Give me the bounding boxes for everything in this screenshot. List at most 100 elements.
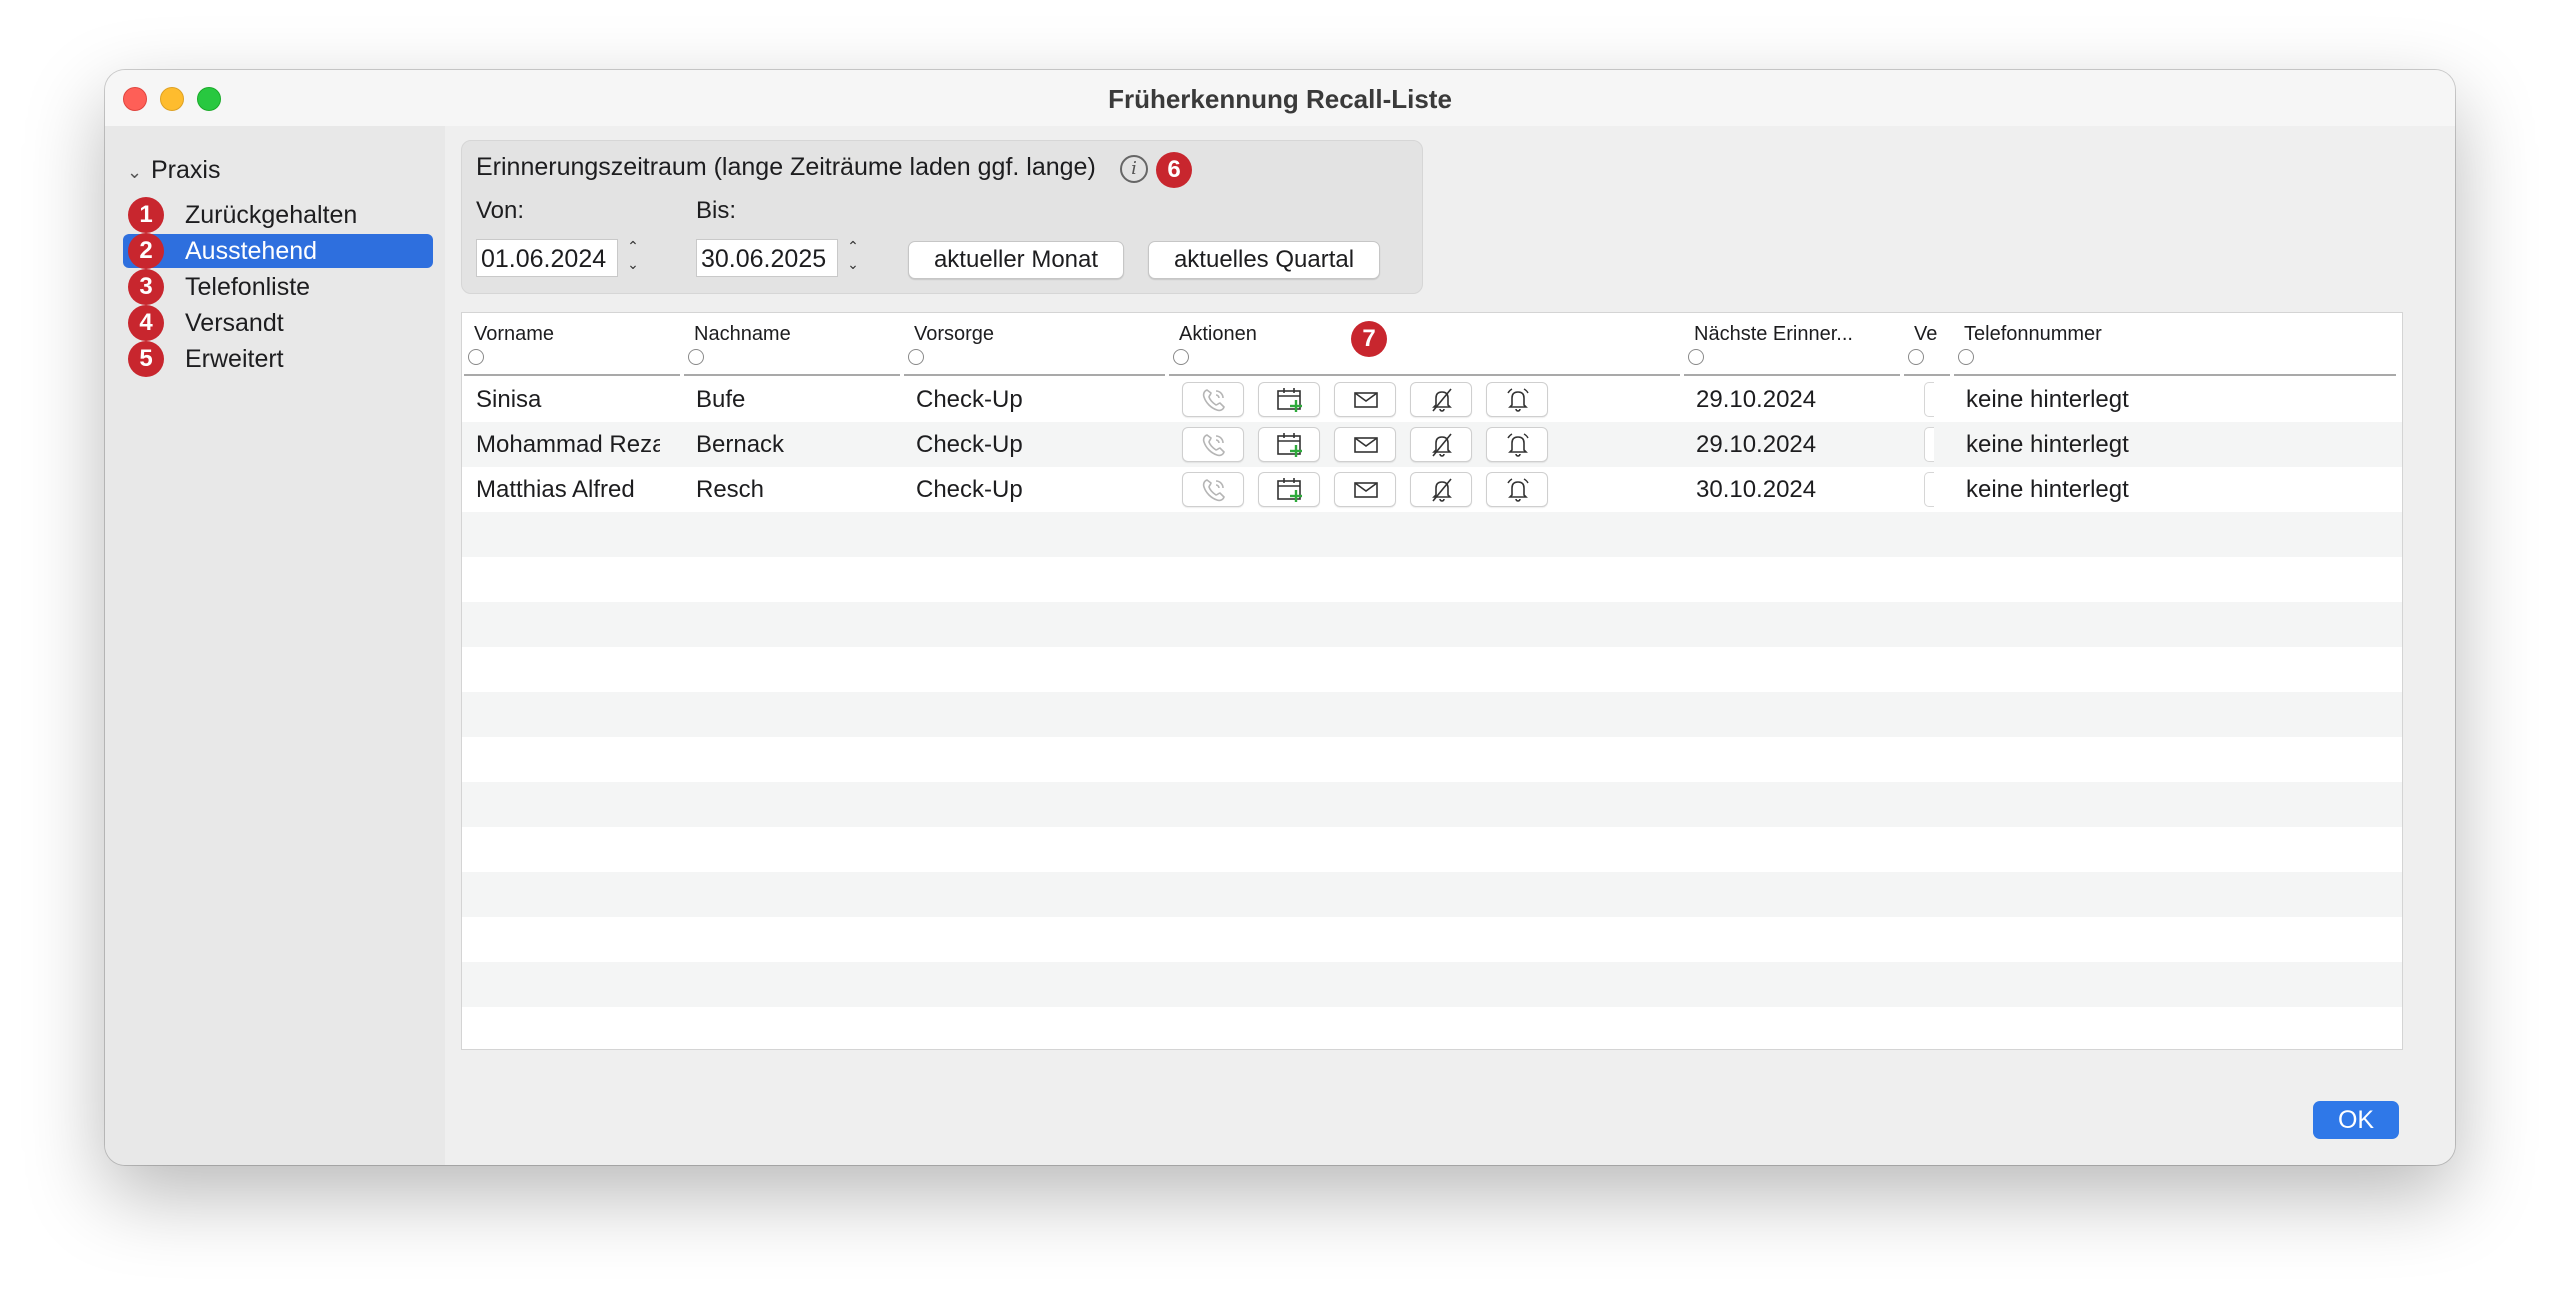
annotation-badge: 1 xyxy=(128,197,164,233)
chevron-down-icon[interactable]: ⌄ xyxy=(842,255,864,273)
filter-radio[interactable] xyxy=(1958,349,1974,365)
annotation-badge: 2 xyxy=(128,233,164,269)
cell-vorsorge: Check-Up xyxy=(916,431,1023,458)
chevron-down-icon[interactable]: ⌄ xyxy=(127,162,151,183)
sidebar-item-zurueckgehalten[interactable]: 1 Zurückgehalten xyxy=(123,197,433,233)
bis-label: Bis: xyxy=(696,197,737,224)
annotation-badge: 4 xyxy=(128,305,164,341)
table-row[interactable]: Sinisa Bufe Check-Up 29.10.2024 keine hi… xyxy=(462,377,2402,422)
table-body: Sinisa Bufe Check-Up 29.10.2024 keine hi… xyxy=(462,377,2402,1049)
cell-naechste-erinnerung: 29.10.2024 xyxy=(1696,431,1817,458)
annotation-badge: 7 xyxy=(1351,321,1387,357)
cell-vorsorge: Check-Up xyxy=(916,386,1023,413)
table-row[interactable]: Mohammad Reza Bernack Check-Up 29.10.202… xyxy=(462,422,2402,467)
sidebar-item-label: Zurückgehalten xyxy=(185,201,358,229)
cell-nachname: Bernack xyxy=(696,431,785,458)
main-panel: Erinnerungszeitraum (lange Zeiträume lad… xyxy=(445,126,2455,1165)
chevron-up-icon[interactable]: ⌃ xyxy=(842,237,864,255)
cell-nachname: Resch xyxy=(696,476,765,503)
mute-reminder-button[interactable] xyxy=(1410,427,1472,462)
von-label: Von: xyxy=(476,197,525,224)
cell-nachname: Bufe xyxy=(696,386,746,413)
sidebar-item-versandt[interactable]: 4 Versandt xyxy=(123,305,433,341)
sidebar-item-erweitert[interactable]: 5 Erweitert xyxy=(123,341,433,377)
bis-date-field[interactable]: 30.06.2025 xyxy=(696,239,838,277)
add-appointment-button[interactable] xyxy=(1258,427,1320,462)
cell-telefonnummer: keine hinterlegt xyxy=(1966,476,2129,503)
chevron-down-icon[interactable]: ⌄ xyxy=(622,255,644,273)
empty-row xyxy=(462,917,2402,962)
empty-row xyxy=(462,647,2402,692)
recall-list-window: Früherkennung Recall-Liste ⌄ Praxis 1 Zur… xyxy=(105,70,2455,1165)
cell-telefonnummer: keine hinterlegt xyxy=(1966,386,2129,413)
filter-radio[interactable] xyxy=(1908,349,1924,365)
mute-reminder-button[interactable] xyxy=(1410,472,1472,507)
current-month-button[interactable]: aktueller Monat xyxy=(908,241,1124,279)
chevron-up-icon[interactable]: ⌃ xyxy=(622,237,644,255)
empty-row xyxy=(462,737,2402,782)
filter-radio[interactable] xyxy=(1173,349,1189,365)
send-mail-button[interactable] xyxy=(1334,427,1396,462)
empty-row xyxy=(462,692,2402,737)
column-header-naechste-erinnerung[interactable]: Nächste Erinner... xyxy=(1682,313,1902,377)
v-column-cell xyxy=(1924,472,1934,507)
filter-radio[interactable] xyxy=(908,349,924,365)
column-header-aktionen[interactable]: Aktionen xyxy=(1167,313,1682,377)
bis-date-stepper[interactable]: ⌃ ⌄ xyxy=(842,237,864,277)
von-date-stepper[interactable]: ⌃ ⌄ xyxy=(622,237,644,277)
empty-row xyxy=(462,602,2402,647)
recall-table: Vorname Nachname Vorsorge Aktionen 7 Näc… xyxy=(461,312,2403,1050)
v-column-cell xyxy=(1924,382,1934,417)
add-appointment-button[interactable] xyxy=(1258,472,1320,507)
annotation-badge: 6 xyxy=(1156,152,1192,188)
mute-reminder-button[interactable] xyxy=(1410,382,1472,417)
sidebar-item-ausstehend[interactable]: 2 Ausstehend xyxy=(123,233,433,269)
add-appointment-button[interactable] xyxy=(1258,382,1320,417)
v-column-cell xyxy=(1924,427,1934,462)
sidebar-item-label: Ausstehend xyxy=(185,237,318,265)
column-header-vorsorge[interactable]: Vorsorge xyxy=(902,313,1167,377)
cell-vorname: Matthias Alfred xyxy=(476,476,635,503)
call-button[interactable] xyxy=(1182,382,1244,417)
cell-naechste-erinnerung: 30.10.2024 xyxy=(1696,476,1817,503)
tree-root-praxis[interactable]: ⌄ Praxis xyxy=(127,156,220,185)
reminder-range-group: Erinnerungszeitraum (lange Zeiträume lad… xyxy=(461,140,1423,294)
empty-row xyxy=(462,1007,2402,1049)
sidebar-item-telefonliste[interactable]: 3 Telefonliste xyxy=(123,269,433,305)
filter-radio[interactable] xyxy=(1688,349,1704,365)
send-mail-button[interactable] xyxy=(1334,472,1396,507)
ok-button[interactable]: OK xyxy=(2313,1101,2399,1139)
column-header-nachname[interactable]: Nachname xyxy=(682,313,902,377)
annotation-badge: 5 xyxy=(128,341,164,377)
annotation-badge: 3 xyxy=(128,269,164,305)
cell-vorsorge: Check-Up xyxy=(916,476,1023,503)
call-button[interactable] xyxy=(1182,427,1244,462)
filter-radio[interactable] xyxy=(688,349,704,365)
window-title: Früherkennung Recall-Liste xyxy=(1108,84,1452,114)
trigger-reminder-button[interactable] xyxy=(1486,427,1548,462)
cell-telefonnummer: keine hinterlegt xyxy=(1966,431,2129,458)
column-header-v[interactable]: Ve xyxy=(1902,313,1952,377)
range-title: Erinnerungszeitraum (lange Zeiträume lad… xyxy=(476,153,1096,181)
send-mail-button[interactable] xyxy=(1334,382,1396,417)
column-header-vorname[interactable]: Vorname xyxy=(462,313,682,377)
cell-naechste-erinnerung: 29.10.2024 xyxy=(1696,386,1817,413)
empty-row xyxy=(462,557,2402,602)
trigger-reminder-button[interactable] xyxy=(1486,472,1548,507)
trigger-reminder-button[interactable] xyxy=(1486,382,1548,417)
sidebar-item-label: Telefonliste xyxy=(185,273,311,301)
table-header: Vorname Nachname Vorsorge Aktionen 7 Näc… xyxy=(462,313,2402,377)
table-row[interactable]: Matthias Alfred Resch Check-Up 30.10.202… xyxy=(462,467,2402,512)
info-icon[interactable]: i xyxy=(1120,155,1148,183)
column-header-telefonnummer[interactable]: Telefonnummer xyxy=(1952,313,2398,377)
current-quarter-button[interactable]: aktuelles Quartal xyxy=(1148,241,1380,279)
sidebar-item-label: Versandt xyxy=(185,309,284,337)
filter-radio[interactable] xyxy=(468,349,484,365)
call-button[interactable] xyxy=(1182,472,1244,507)
cell-vorname: Sinisa xyxy=(476,386,542,413)
title-bar: Früherkennung Recall-Liste xyxy=(105,70,2455,127)
empty-row xyxy=(462,827,2402,872)
empty-row xyxy=(462,962,2402,1007)
cell-vorname: Mohammad Reza xyxy=(476,431,660,458)
von-date-field[interactable]: 01.06.2024 xyxy=(476,239,618,277)
